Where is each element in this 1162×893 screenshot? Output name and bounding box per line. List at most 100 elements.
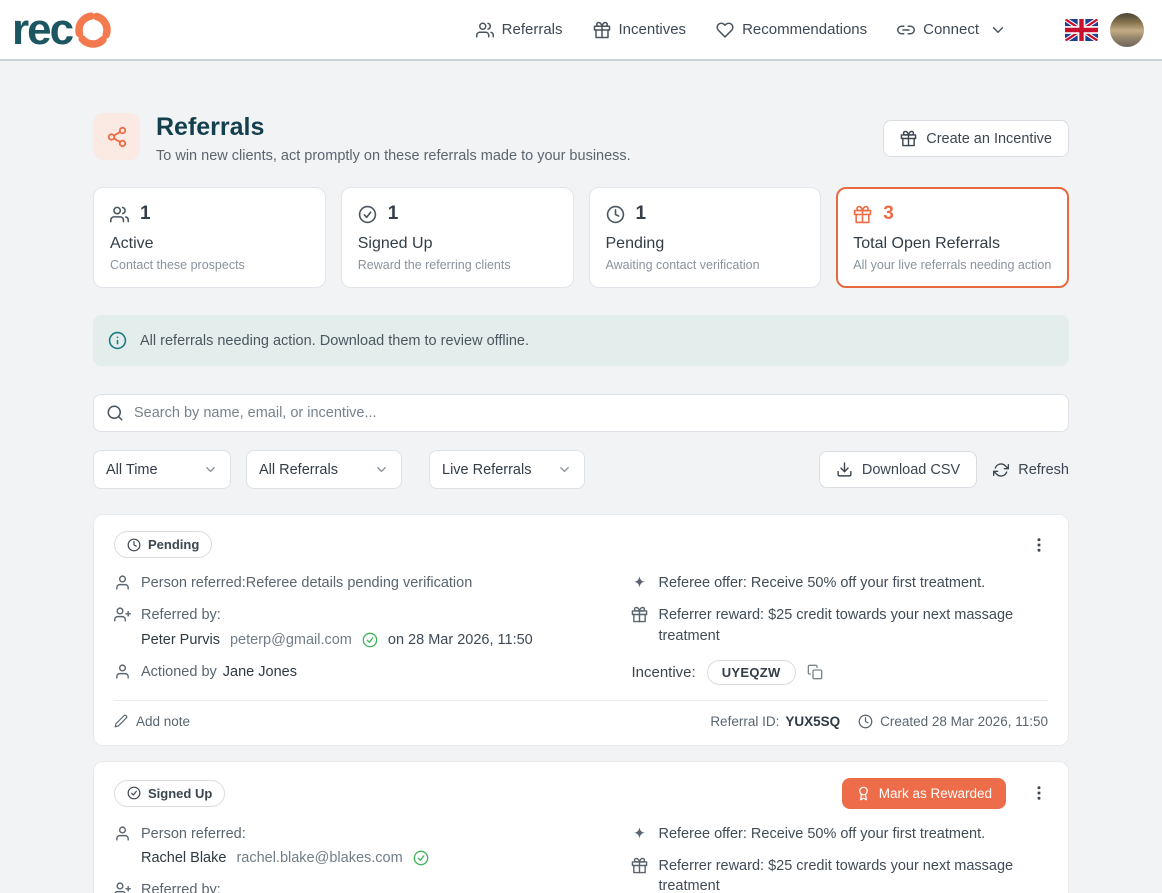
nav-connect-label: Connect	[923, 21, 979, 38]
add-note-button[interactable]: Add note	[114, 714, 190, 729]
created-timestamp: Created 28 Mar 2026, 11:50	[858, 714, 1048, 729]
user-icon	[114, 825, 131, 842]
users-icon	[476, 21, 494, 39]
gift-icon	[900, 130, 917, 147]
logo-o-icon	[73, 10, 113, 50]
stat-description: Reward the referring clients	[358, 258, 557, 272]
page-header-left: Referrals To win new clients, act prompt…	[93, 113, 631, 164]
clock-icon	[606, 205, 625, 224]
referral-id: Referral ID: YUX5SQ	[710, 714, 840, 729]
gift-icon	[593, 21, 611, 39]
actioned-by-row: Actioned by Jane Jones	[114, 662, 605, 682]
stat-value: 1	[140, 203, 151, 225]
filter-actions: Download CSV Refresh	[819, 451, 1069, 488]
stat-card-pending[interactable]: 1 Pending Awaiting contact verification	[589, 187, 822, 288]
heart-icon	[716, 21, 734, 39]
mark-as-rewarded-label: Mark as Rewarded	[879, 786, 992, 801]
reco-logo[interactable]: rec	[12, 10, 113, 50]
chevron-down-icon	[989, 21, 1007, 39]
stat-card-total-open-referrals[interactable]: 3 Total Open Referrals All your live ref…	[836, 187, 1069, 288]
chevron-down-icon	[557, 462, 572, 477]
incentive-label: Incentive:	[631, 664, 695, 681]
check-circle-icon	[127, 786, 141, 800]
nav-connect[interactable]: Connect	[897, 21, 1007, 39]
pencil-icon	[114, 714, 128, 728]
referred-on-date: on 28 Mar 2026, 11:50	[388, 630, 533, 650]
user-plus-icon	[114, 606, 131, 623]
stat-label: Active	[110, 235, 309, 253]
stat-card-signed-up[interactable]: 1 Signed Up Reward the referring clients	[341, 187, 574, 288]
filter-row: All Time All Referrals Live Referrals Do…	[93, 450, 1069, 489]
person-referred-value: Referee details pending verification	[246, 575, 473, 591]
stat-value: 1	[636, 203, 647, 225]
referrer-reward-text: Referrer reward: $25 credit towards your…	[658, 856, 1048, 893]
user-icon	[114, 663, 131, 680]
status-label: Signed Up	[148, 786, 212, 801]
nav-incentives[interactable]: Incentives	[593, 21, 687, 39]
time-filter-select[interactable]: All Time	[93, 450, 231, 489]
search-bar	[93, 394, 1069, 432]
referrer-reward-text: Referrer reward: $25 credit towards your…	[658, 605, 1048, 646]
refresh-icon	[993, 462, 1009, 478]
gift-icon	[631, 857, 648, 874]
stat-value: 3	[883, 203, 894, 225]
referee-offer-row: Referee offer: Receive 50% off your firs…	[631, 573, 1048, 593]
status-badge-signed-up: Signed Up	[114, 780, 225, 807]
nav-referrals-label: Referrals	[502, 21, 563, 38]
referral-details-left: Person referred: Rachel Blake rachel.bla…	[114, 824, 605, 893]
refresh-label: Refresh	[1018, 462, 1069, 478]
stats-row: 1 Active Contact these prospects 1 Signe…	[93, 187, 1069, 288]
refresh-button[interactable]: Refresh	[993, 462, 1069, 478]
referee-email: rachel.blake@blakes.com	[236, 848, 402, 868]
nav-recommendations-label: Recommendations	[742, 21, 867, 38]
stat-description: Awaiting contact verification	[606, 258, 805, 272]
person-referred-label: Person referred:	[141, 575, 246, 591]
referred-by-row: Referred by: Peter Purvis peterp@gmail.c…	[114, 605, 605, 650]
referral-details-right: Referee offer: Receive 50% off your firs…	[631, 573, 1048, 685]
check-circle-icon	[358, 205, 377, 224]
gift-icon	[853, 205, 872, 224]
referral-state-filter-value: Live Referrals	[442, 462, 531, 478]
referee-offer-row: Referee offer: Receive 50% off your firs…	[631, 824, 1048, 844]
status-label: Pending	[148, 537, 199, 552]
referee-offer-text: Referee offer: Receive 50% off your firs…	[658, 824, 985, 844]
nav-referrals[interactable]: Referrals	[476, 21, 563, 39]
copy-icon[interactable]	[807, 664, 823, 680]
nav-incentives-label: Incentives	[619, 21, 687, 38]
stat-card-active[interactable]: 1 Active Contact these prospects	[93, 187, 326, 288]
user-icon	[114, 574, 131, 591]
share-icon	[106, 126, 128, 148]
users-icon	[110, 205, 129, 224]
referral-type-filter-select[interactable]: All Referrals	[246, 450, 402, 489]
info-banner-message: All referrals needing action. Download t…	[140, 333, 529, 349]
stat-description: Contact these prospects	[110, 258, 309, 272]
gift-icon	[631, 606, 648, 623]
referee-name: Rachel Blake	[141, 848, 226, 868]
incentive-code-badge: UYEQZW	[707, 660, 796, 685]
referral-card-pending: Pending Person referred:Referee details …	[93, 514, 1069, 746]
referral-state-filter-select[interactable]: Live Referrals	[429, 450, 585, 489]
referral-details-right: Referee offer: Receive 50% off your firs…	[631, 824, 1048, 893]
referral-type-filter-value: All Referrals	[259, 462, 338, 478]
incentive-row: Incentive: UYEQZW	[631, 660, 1048, 685]
more-options-icon[interactable]	[1030, 536, 1048, 554]
logo-text: rec	[12, 10, 72, 50]
more-options-icon[interactable]	[1030, 784, 1048, 802]
user-plus-icon	[114, 881, 131, 893]
create-incentive-button[interactable]: Create an Incentive	[883, 120, 1069, 157]
nav-recommendations[interactable]: Recommendations	[716, 21, 867, 39]
referrer-reward-row: Referrer reward: $25 credit towards your…	[631, 605, 1048, 646]
download-csv-button[interactable]: Download CSV	[819, 451, 977, 488]
clock-icon	[858, 714, 873, 729]
uk-flag-language-switcher[interactable]	[1065, 19, 1098, 41]
stat-value: 1	[388, 203, 399, 225]
user-avatar[interactable]	[1110, 13, 1144, 47]
create-incentive-label: Create an Incentive	[926, 131, 1052, 147]
search-input[interactable]	[134, 405, 1056, 421]
status-badge-pending: Pending	[114, 531, 212, 558]
referral-details-left: Person referred:Referee details pending …	[114, 573, 605, 685]
mark-as-rewarded-button[interactable]: Mark as Rewarded	[842, 778, 1006, 809]
person-referred-row: Person referred:Referee details pending …	[114, 573, 605, 593]
referral-card-signed-up: Signed Up Mark as Rewarded Person referr…	[93, 761, 1069, 893]
top-navigation-bar: rec Referrals Incentives Recommendations…	[0, 0, 1162, 61]
